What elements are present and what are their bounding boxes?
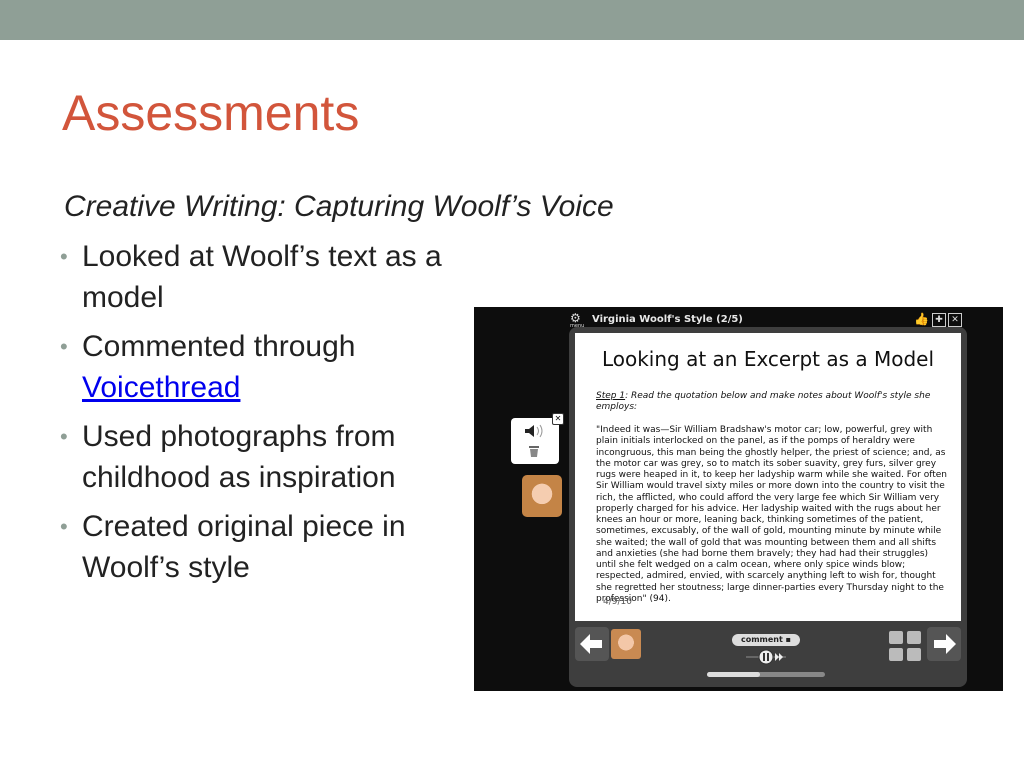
- date-stamp: 4/9/10: [603, 597, 632, 607]
- bullet-text: Looked at Woolf’s text as a model: [82, 240, 442, 314]
- bullet-dot: •: [60, 514, 68, 539]
- bullet-text: Used photographs from childhood as inspi…: [82, 420, 396, 494]
- page-title: Looking at an Excerpt as a Model: [601, 347, 935, 371]
- trash-icon[interactable]: [528, 444, 540, 458]
- bullet-dot: •: [60, 244, 68, 269]
- thumbs-up-icon[interactable]: 👍: [914, 313, 929, 325]
- voicethread-screenshot: ⚙ menu Virginia Woolf's Style (2/5) 👍 ✚ …: [474, 307, 1003, 691]
- step-instruction: Step 1: Read the quotation below and mak…: [596, 391, 946, 414]
- bullet-text: Commented through: [82, 330, 356, 363]
- bullet-item: • Used photographs from childhood as ins…: [58, 416, 458, 498]
- quote-text: "Indeed it was—Sir William Bradshaw's mo…: [596, 425, 948, 604]
- slide-page: Looking at an Excerpt as a Model Step 1:…: [575, 333, 961, 621]
- progress-fill: [707, 672, 761, 677]
- bullet-item: • Commented through Voicethread: [58, 326, 458, 408]
- slide-subtitle: Creative Writing: Capturing Woolf’s Voic…: [64, 190, 614, 223]
- step-label: Step 1: [596, 391, 626, 401]
- voicethread-viewer: Looking at an Excerpt as a Model Step 1:…: [569, 327, 967, 687]
- voicethread-link[interactable]: Voicethread: [82, 371, 240, 404]
- speaker-icon[interactable]: [523, 424, 547, 438]
- top-accent-bar: [0, 0, 1024, 40]
- layout-icon[interactable]: [889, 631, 923, 663]
- comment-button[interactable]: comment ▪: [732, 634, 800, 646]
- arrow-left-icon[interactable]: [575, 627, 609, 661]
- bullet-text: Created original piece in Woolf’s style: [82, 510, 406, 584]
- comment-label: comment: [740, 635, 783, 644]
- bullet-dot: •: [60, 424, 68, 449]
- expand-icon[interactable]: ✚: [932, 313, 946, 327]
- step-text: : Read the quotation below and make note…: [596, 391, 931, 413]
- commenter-thumbnail[interactable]: [611, 629, 641, 659]
- close-icon[interactable]: ✕: [552, 413, 564, 425]
- close-icon[interactable]: ✕: [948, 313, 962, 327]
- voicethread-title: Virginia Woolf's Style (2/5): [592, 314, 743, 325]
- avatar[interactable]: [522, 475, 562, 517]
- bullet-item: • Created original piece in Woolf’s styl…: [58, 506, 458, 588]
- arrow-right-icon[interactable]: [927, 627, 961, 661]
- comment-bubble: ✕: [511, 413, 564, 464]
- play-controls[interactable]: [746, 649, 786, 665]
- slide-title: Assessments: [62, 85, 360, 141]
- progress-bar[interactable]: [707, 672, 825, 677]
- bullet-list: • Looked at Woolf’s text as a model • Co…: [58, 236, 458, 596]
- bullet-dot: •: [60, 334, 68, 359]
- bullet-item: • Looked at Woolf’s text as a model: [58, 236, 458, 318]
